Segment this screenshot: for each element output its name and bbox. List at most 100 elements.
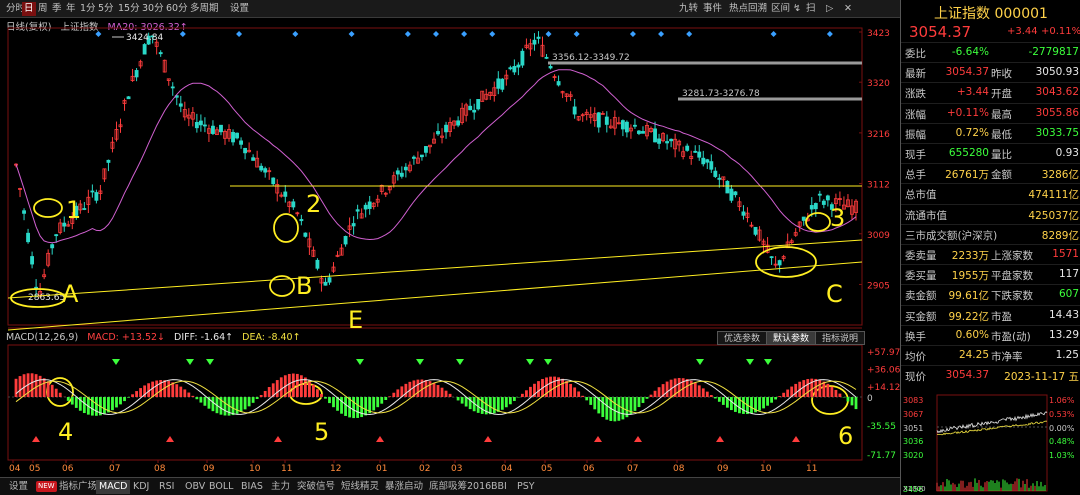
candle-body — [624, 121, 629, 133]
candle-body — [717, 177, 722, 180]
quote-row: 均价 24.25 市净率 1.25 — [901, 345, 1080, 365]
intraday-mini-chart[interactable]: 3083306730513036302034561.06%0.53%0.00%0… — [901, 393, 1080, 493]
event-marker[interactable] — [770, 31, 777, 37]
indicator-tab[interactable]: 底部吸筹2016 — [426, 480, 494, 494]
candle-body — [106, 159, 111, 163]
candle-body — [26, 232, 30, 243]
event-marker[interactable] — [404, 31, 411, 37]
quote-label: 卖金额 — [905, 290, 937, 303]
default-params-button[interactable]: 默认参数 — [766, 331, 817, 345]
candle-body — [263, 168, 268, 173]
indicator-tab[interactable]: BOLL — [206, 480, 236, 494]
macd-sell-signal — [544, 359, 552, 365]
macd-buy-signal — [166, 436, 174, 442]
indicator-tab[interactable]: RSI — [156, 480, 177, 494]
candle-body — [753, 226, 758, 235]
indicator-tab[interactable]: MACD — [96, 480, 131, 494]
event-marker[interactable] — [658, 31, 665, 37]
hand-mark-label: 3 — [830, 204, 845, 232]
event-marker[interactable] — [629, 31, 636, 37]
macd-sell-signal — [112, 359, 120, 365]
date-tick: 11 — [806, 464, 817, 474]
date-tick: 07 — [627, 464, 638, 474]
quote-value: 3286亿 — [1041, 169, 1079, 182]
date-tick: 03 — [451, 464, 462, 474]
event-marker[interactable] — [573, 31, 580, 37]
kline-chart[interactable]: 3423332032163112300929053356.12-3349.723… — [0, 0, 900, 495]
event-marker[interactable] — [95, 31, 102, 37]
candle-body — [697, 151, 702, 158]
indicator-tab[interactable]: BBI — [488, 480, 510, 494]
indicator-tab[interactable]: 暴涨启动 — [382, 480, 426, 494]
event-marker[interactable] — [179, 31, 186, 37]
indicator-tab[interactable]: KDJ — [130, 480, 152, 494]
quote-change: +3.44 — [1007, 26, 1038, 37]
event-marker[interactable] — [236, 31, 243, 37]
candle-body — [367, 201, 372, 209]
candle-body — [243, 147, 248, 154]
mini-price-tick: 3067 — [903, 410, 923, 419]
candle-body — [315, 259, 320, 269]
date-tick: 07 — [109, 464, 120, 474]
quote-label: 涨跌 — [905, 88, 926, 101]
event-marker[interactable] — [545, 31, 552, 37]
optimal-params-button[interactable]: 优选参数 — [717, 331, 768, 345]
candle-body — [90, 190, 95, 193]
candle-body — [693, 150, 698, 153]
event-marker[interactable] — [686, 31, 693, 37]
event-marker[interactable] — [433, 31, 439, 37]
date-tick: 09 — [717, 464, 729, 474]
candle-body — [239, 140, 244, 145]
quote-row: 三市成交额(沪深京) 8289亿 — [901, 223, 1080, 244]
quote-value: 14.43 — [1048, 308, 1079, 321]
date-tick: 09 — [203, 464, 215, 474]
quote-label: 金额 — [991, 169, 1012, 182]
candle-body — [637, 130, 641, 134]
macd-buy-signal — [634, 436, 642, 442]
macd-buy-signal — [716, 436, 724, 442]
quote-label: 换手 — [905, 330, 926, 343]
event-marker[interactable] — [292, 31, 299, 37]
candle-body — [520, 50, 525, 66]
price-tick: 3009 — [867, 231, 890, 241]
date-tick: 10 — [249, 464, 261, 474]
candle-body — [259, 165, 264, 171]
date-tick: 06 — [62, 464, 74, 474]
macd-sell-signal — [206, 359, 214, 365]
event-marker[interactable] — [826, 31, 833, 37]
indicator-tab[interactable]: 突破信号 — [294, 480, 338, 494]
macd-tick: -35.55 — [867, 422, 896, 432]
indicator-tab[interactable]: OBV — [182, 480, 208, 494]
candle-body — [50, 244, 55, 249]
indicator-tab[interactable]: 指标广场 — [56, 480, 100, 494]
candle-body — [134, 70, 139, 78]
event-marker[interactable] — [348, 31, 355, 37]
event-marker[interactable] — [461, 31, 468, 37]
candle-body — [355, 209, 360, 212]
candle-body — [351, 223, 356, 227]
date-tick: 04 — [9, 464, 21, 474]
indicator-tab[interactable]: 短线精灵 — [338, 480, 382, 494]
candle-body — [536, 36, 541, 39]
indicator-tab[interactable]: PSY — [514, 480, 538, 494]
indicator-help-button[interactable]: 指标说明 — [815, 331, 866, 345]
candle-body — [508, 67, 513, 70]
indicator-tab[interactable]: BIAS — [238, 480, 266, 494]
macd-value: MACD: +13.52↓ — [87, 332, 166, 343]
candle-body — [500, 78, 505, 90]
mini-pct-tick: 0.00% — [1049, 424, 1075, 433]
quote-label: 市盈(动) — [991, 330, 1031, 343]
candle-body — [327, 277, 332, 283]
indicator-tab[interactable]: 主力 — [268, 480, 293, 494]
candle-body — [219, 124, 223, 133]
quote-label: 振幅 — [905, 128, 926, 141]
date-tick: 06 — [583, 464, 595, 474]
quote-value: 3054.37 — [945, 369, 989, 382]
quote-label: 最新 — [905, 68, 926, 81]
quote-value: 1571 — [1052, 248, 1079, 260]
mini-pct-tick: 1.06% — [1049, 396, 1075, 405]
event-marker[interactable] — [489, 31, 496, 37]
date-tick: 04 — [501, 464, 513, 474]
date-tick: 08 — [673, 464, 685, 474]
indicator-tab[interactable]: 设置 — [6, 480, 31, 494]
